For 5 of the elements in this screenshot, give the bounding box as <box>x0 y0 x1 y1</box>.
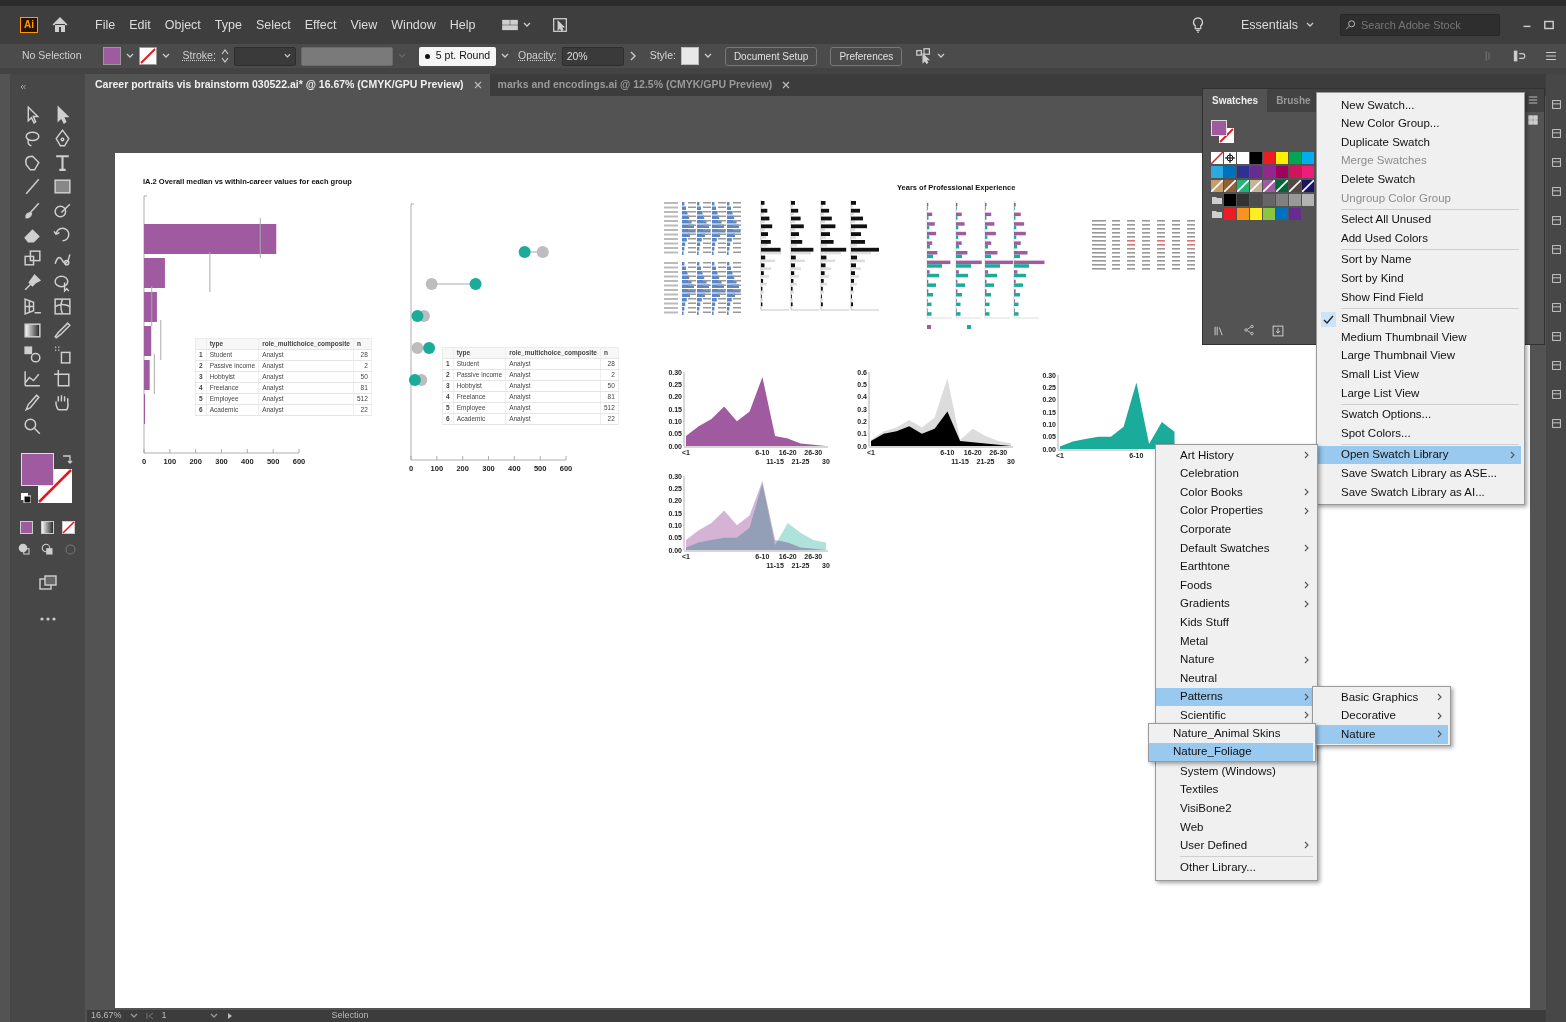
opacity-label: Opacity: <box>518 48 557 64</box>
selection-status: No Selection <box>22 48 82 64</box>
status-text: Selection <box>331 1009 369 1022</box>
stroke-label: Stroke: <box>182 48 216 64</box>
style-label: Style: <box>649 48 676 64</box>
